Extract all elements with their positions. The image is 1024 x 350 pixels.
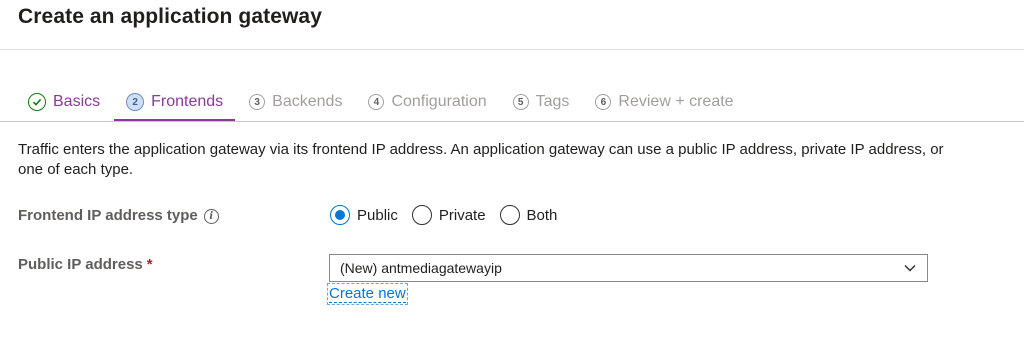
public-ip-label: Public IP address *	[18, 256, 153, 273]
tab-review-create[interactable]: 6 Review + create	[595, 88, 734, 116]
step-number-badge: 6	[595, 94, 612, 110]
tab-basics[interactable]: Basics	[28, 88, 100, 116]
chevron-down-icon	[904, 264, 916, 272]
public-ip-dropdown[interactable]: (New) antmediagatewayip	[329, 254, 928, 282]
frontend-ip-type-label: Frontend IP address type i	[18, 207, 219, 224]
radio-public[interactable]: Public	[330, 205, 398, 225]
field-label-text: Public IP address	[18, 256, 143, 273]
info-icon[interactable]: i	[203, 209, 219, 224]
step-number-badge: 2	[126, 93, 145, 111]
step-number-badge: 4	[368, 94, 385, 110]
create-new-link[interactable]: Create new	[327, 283, 408, 305]
tabs-divider	[0, 121, 1024, 122]
checkmark-icon	[28, 93, 46, 111]
tab-label: Configuration	[391, 93, 487, 110]
radio-private[interactable]: Private	[411, 205, 486, 225]
radio-both[interactable]: Both	[499, 205, 558, 225]
radio-label: Public	[357, 206, 398, 224]
radio-indicator	[499, 205, 520, 225]
frontend-ip-type-radio-group: Public Private Both	[330, 205, 571, 225]
step-number-badge: 3	[249, 94, 266, 110]
radio-indicator	[330, 205, 350, 225]
step-number-badge: 5	[512, 94, 529, 110]
required-marker: *	[146, 256, 153, 273]
tab-frontends[interactable]: 2 Frontends	[114, 88, 236, 122]
tab-label: Review + create	[618, 93, 734, 110]
header-divider	[0, 49, 1024, 50]
tab-label: Backends	[272, 93, 343, 110]
wizard-tabs: Basics 2 Frontends 3 Backends 4 Configur…	[28, 88, 760, 122]
tab-label: Frontends	[151, 93, 224, 110]
radio-label: Private	[438, 206, 486, 224]
tab-tags[interactable]: 5 Tags	[512, 88, 570, 116]
description-text: Traffic enters the application gateway v…	[18, 141, 944, 178]
tab-configuration[interactable]: 4 Configuration	[368, 88, 487, 116]
field-label-text: Frontend IP address type	[18, 207, 198, 224]
tab-backends[interactable]: 3 Backends	[249, 88, 342, 116]
dropdown-value: (New) antmediagatewayip	[340, 260, 502, 276]
radio-indicator	[411, 205, 432, 225]
radio-label: Both	[526, 206, 558, 224]
tab-label: Basics	[53, 93, 101, 110]
tab-label: Tags	[535, 93, 570, 110]
page-title: Create an application gateway	[18, 5, 322, 28]
